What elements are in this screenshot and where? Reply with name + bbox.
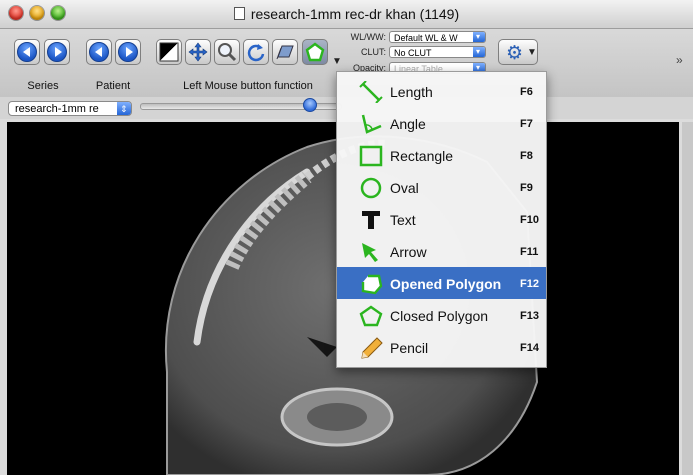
chevron-down-icon: ▼ — [527, 47, 537, 58]
popup-arrow-icon — [473, 32, 485, 42]
menu-item-oval[interactable]: Oval F9 — [337, 171, 546, 203]
series-group-label: Series — [27, 80, 59, 92]
closed-polygon-icon — [359, 305, 383, 327]
clut-label: CLUT: — [360, 47, 386, 57]
menu-item-shortcut: F12 — [520, 278, 539, 290]
polygon-icon — [305, 42, 325, 62]
pencil-icon — [361, 337, 383, 359]
patient-group-label: Patient — [95, 80, 131, 92]
roi-tool-button[interactable] — [302, 39, 328, 65]
clut-select[interactable]: No CLUT — [389, 46, 486, 58]
menu-item-shortcut: F13 — [520, 310, 539, 322]
text-icon — [362, 211, 380, 229]
previous-arrow-icon — [89, 42, 109, 62]
menu-item-rectangle[interactable]: Rectangle F8 — [337, 139, 546, 171]
menu-item-shortcut: F8 — [520, 150, 533, 162]
menu-item-shortcut: F9 — [520, 182, 533, 194]
menu-item-label: Oval — [390, 180, 419, 196]
rotate-icon — [247, 44, 265, 62]
wlww-label: WL/WW: — [350, 32, 386, 42]
contrast-icon — [159, 42, 179, 62]
scroll-tool-button[interactable] — [272, 39, 298, 65]
angle-icon — [361, 114, 382, 134]
series-select-value: research-1mm re — [15, 103, 99, 115]
wlww-value: Default WL & W — [394, 33, 458, 43]
gear-icon: ⚙ — [506, 43, 524, 64]
menu-item-arrow[interactable]: Arrow F11 — [337, 235, 546, 267]
menu-item-shortcut: F7 — [520, 118, 533, 130]
menu-item-label: Arrow — [390, 244, 427, 260]
move-tool-button[interactable] — [185, 39, 211, 65]
magnifier-icon — [218, 43, 237, 62]
patient-previous-button[interactable] — [86, 39, 112, 65]
menu-item-label: Angle — [390, 116, 426, 132]
window-level-tool-button[interactable] — [156, 39, 182, 65]
menu-item-label: Rectangle — [390, 148, 454, 164]
menu-item-label: Opened Polygon — [390, 276, 502, 292]
rotate-tool-button[interactable] — [243, 39, 269, 65]
toolbar-overflow-icon[interactable]: » — [676, 53, 683, 67]
length-icon — [359, 81, 383, 103]
document-icon — [233, 7, 245, 20]
series-next-button[interactable] — [44, 39, 70, 65]
window-title: research-1mm rec-dr khan (1149) — [0, 6, 693, 22]
opened-polygon-icon — [361, 274, 383, 295]
roi-tool-menu: Length F6 Angle F7 Rectangle F8 Oval F9 … — [336, 71, 547, 368]
clut-value: No CLUT — [394, 48, 432, 58]
patient-next-button[interactable] — [115, 39, 141, 65]
move-arrows-icon — [188, 42, 208, 62]
next-arrow-icon — [118, 42, 138, 62]
rectangle-icon — [359, 145, 383, 167]
menu-item-opened-polygon[interactable]: Opened Polygon F12 — [337, 267, 546, 299]
mouse-function-group-label: Left Mouse button function — [183, 80, 313, 92]
menu-item-angle[interactable]: Angle F7 — [337, 107, 546, 139]
menu-item-shortcut: F10 — [520, 214, 539, 226]
image-slider-knob[interactable] — [302, 98, 317, 112]
next-arrow-icon — [47, 42, 67, 62]
right-panel-edge — [682, 122, 693, 475]
menu-item-shortcut: F6 — [520, 86, 533, 98]
popup-arrow-icon — [117, 102, 131, 116]
menu-item-pencil[interactable]: Pencil F14 — [337, 331, 546, 363]
menu-item-closed-polygon[interactable]: Closed Polygon F13 — [337, 299, 546, 331]
menu-item-shortcut: F11 — [520, 246, 539, 258]
stack-icon — [276, 45, 294, 60]
arrow-icon — [362, 243, 378, 262]
menu-item-shortcut: F14 — [520, 342, 539, 354]
menu-item-label: Length — [390, 84, 433, 100]
title-bar: research-1mm rec-dr khan (1149) — [0, 0, 693, 29]
menu-item-text[interactable]: Text F10 — [337, 203, 546, 235]
series-select[interactable]: research-1mm re — [8, 101, 132, 116]
wlww-select[interactable]: Default WL & W — [389, 31, 486, 43]
oval-icon — [360, 177, 382, 199]
series-previous-button[interactable] — [14, 39, 40, 65]
settings-menu-button[interactable]: ⚙ ▼ — [498, 39, 538, 65]
menu-item-label: Pencil — [390, 340, 429, 356]
menu-item-length[interactable]: Length F6 — [337, 75, 546, 107]
menu-item-label: Closed Polygon — [390, 308, 489, 324]
popup-arrow-icon — [473, 47, 485, 57]
window-title-text: research-1mm rec-dr khan (1149) — [250, 6, 460, 22]
zoom-tool-button[interactable] — [214, 39, 240, 65]
menu-item-label: Text — [390, 212, 416, 228]
previous-arrow-icon — [17, 42, 37, 62]
